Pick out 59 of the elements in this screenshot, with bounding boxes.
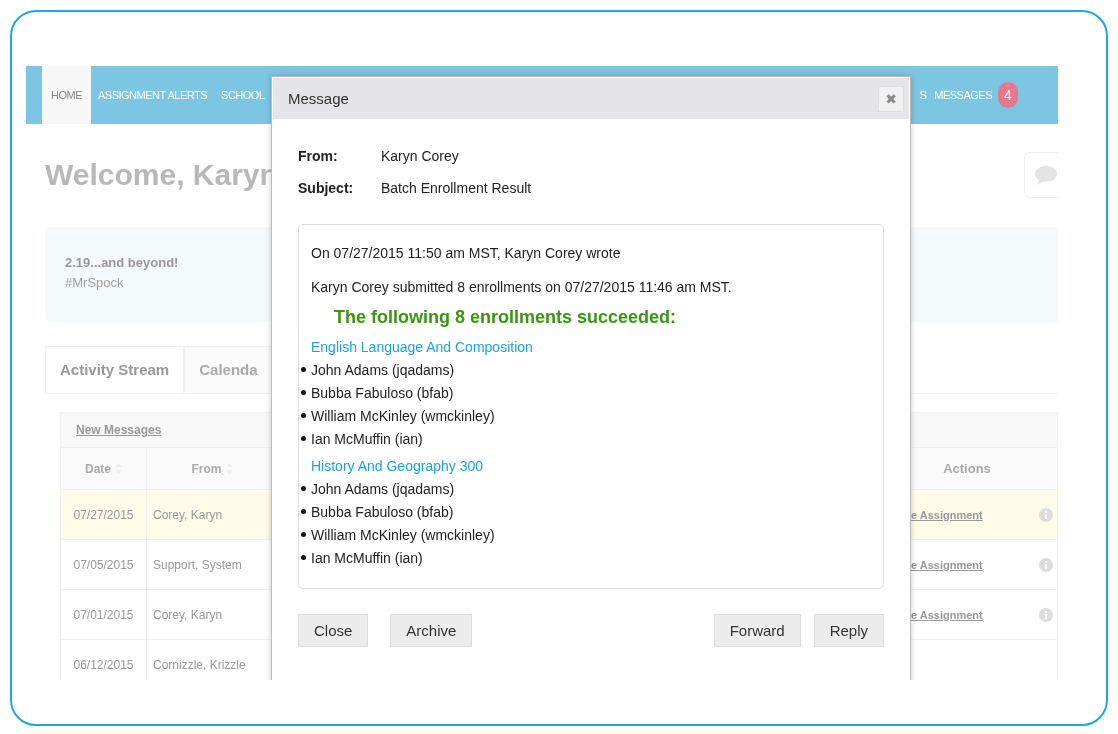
bullet-icon	[301, 436, 306, 441]
table-cell: 07/05/2015	[73, 557, 134, 572]
announcement-text: #MrSpock	[65, 275, 124, 290]
course-link[interactable]: English Language And Composition	[311, 338, 533, 355]
dialog-button[interactable]: Reply	[813, 614, 884, 647]
assignment-link[interactable]: e Assignment	[911, 558, 983, 571]
bullet-icon	[301, 367, 306, 372]
dialog-button[interactable]: Archive	[390, 614, 473, 647]
bullet-icon	[301, 532, 306, 537]
chat-button[interactable]	[1024, 152, 1058, 198]
announcement-title: 2.19...and beyond!	[65, 255, 179, 270]
dialog-button[interactable]: Forward	[713, 614, 801, 647]
assignment-link[interactable]: e Assignment	[911, 608, 983, 621]
message-count: 4	[998, 82, 1018, 108]
student-name: Bubba Fabuloso (bfab)	[311, 503, 454, 520]
bullet-icon	[301, 390, 306, 395]
bullet-icon	[301, 509, 306, 514]
table-cell: Corey, Karyn	[153, 607, 223, 622]
assignment-link[interactable]: e Assignment	[911, 508, 983, 521]
bullet-icon	[301, 486, 306, 491]
student-name: William McKinley (wmckinley)	[311, 407, 495, 424]
info-icon[interactable]	[1039, 557, 1053, 572]
table-cell: Support, System	[153, 557, 242, 572]
bullet-icon	[301, 555, 306, 560]
dialog-title: Message	[288, 90, 349, 107]
nav-item[interactable]: ASSIGNMENT ALERTS	[91, 66, 215, 124]
info-icon[interactable]	[1039, 507, 1053, 522]
student-name: John Adams (jqadams)	[311, 361, 455, 378]
tab[interactable]: Activity Stream	[45, 346, 185, 393]
student-name: Ian McMuffin (ian)	[311, 549, 423, 566]
table-cell: 07/01/2015	[73, 607, 134, 622]
student-name: William McKinley (wmckinley)	[311, 526, 495, 543]
student-name: Ian McMuffin (ian)	[311, 430, 423, 447]
nav-item[interactable]: S	[915, 66, 931, 124]
table-cell: 06/12/2015	[73, 657, 134, 672]
table-cell: 07/27/2015	[73, 507, 134, 522]
field-value: Batch Enrollment Result	[381, 180, 532, 196]
message-text: Karyn Corey submitted 8 enrollments on 07/27/2015 11:46 am MST.	[311, 279, 733, 297]
message-text: On 07/27/2015 11:50 am MST, Karyn Corey wrote	[311, 245, 622, 263]
info-icon[interactable]	[1039, 607, 1053, 622]
dialog-button[interactable]: Close	[298, 614, 369, 647]
nav-item[interactable]: MESSAGES	[930, 66, 996, 124]
bullet-icon	[301, 413, 306, 418]
field-value: Karyn Corey	[381, 148, 459, 164]
field-label: Subject:	[298, 180, 355, 196]
table-cell: Corey, Karyn	[153, 507, 223, 522]
course-link[interactable]: History And Geography 300	[311, 457, 483, 474]
column-header: Actions	[942, 460, 992, 478]
student-name: Bubba Fabuloso (bfab)	[311, 384, 454, 401]
field-label: From:	[298, 148, 339, 164]
nav-item[interactable]: HOME	[42, 66, 91, 124]
tab[interactable]: Calenda	[184, 346, 273, 393]
table-cell: Cornizzle, Krizzle	[153, 657, 246, 672]
chat-icon	[1034, 164, 1058, 186]
table-title-link[interactable]: New Messages	[76, 423, 162, 437]
result-heading: The following 8 enrollments succeeded:	[333, 307, 678, 329]
nav-item[interactable]: SCHOOL	[214, 66, 272, 124]
student-name: John Adams (jqadams)	[311, 480, 455, 497]
close-button[interactable]: ✖	[878, 85, 904, 112]
